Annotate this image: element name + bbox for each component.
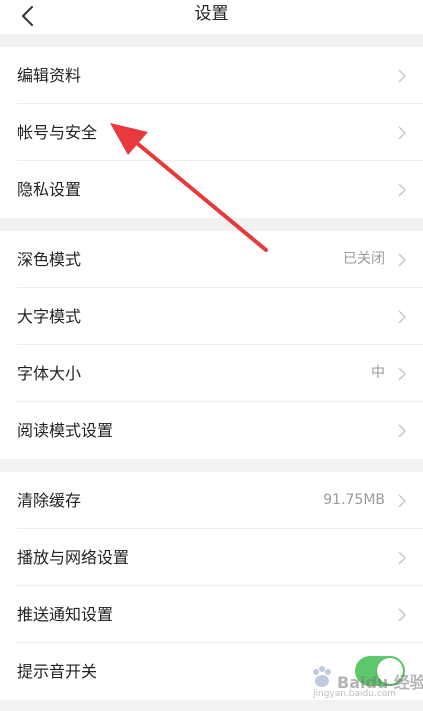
settings-item-label: 提示音开关 <box>17 662 98 681</box>
settings-item-privacy[interactable]: 隐私设置 <box>0 161 423 218</box>
settings-item-push-notifications[interactable]: 推送通知设置 <box>0 586 423 643</box>
chevron-right-icon <box>398 367 407 381</box>
chevron-right-icon <box>398 253 407 267</box>
chevron-right-icon <box>398 494 407 508</box>
settings-item-label: 阅读模式设置 <box>17 421 114 440</box>
settings-item-sound-toggle: 提示音开关 <box>0 643 423 700</box>
settings-item-value: 91.75MB <box>323 492 385 508</box>
chevron-right-icon <box>398 310 407 324</box>
settings-item-label: 播放与网络设置 <box>17 548 130 567</box>
settings-item-clear-cache[interactable]: 清除缓存 91.75MB <box>0 472 423 529</box>
settings-item-label: 推送通知设置 <box>17 605 114 624</box>
settings-item-label: 深色模式 <box>17 250 82 269</box>
settings-item-dark-mode[interactable]: 深色模式 已关闭 <box>0 231 423 288</box>
settings-item-large-text-mode[interactable]: 大字模式 <box>0 288 423 345</box>
settings-item-playback-network[interactable]: 播放与网络设置 <box>0 529 423 586</box>
chevron-right-icon <box>398 608 407 622</box>
top-bar: 设置 <box>0 0 423 34</box>
page-title: 设置 <box>194 4 229 24</box>
chevron-right-icon <box>398 126 407 140</box>
chevron-right-icon <box>398 551 407 565</box>
chevron-right-icon <box>398 183 407 197</box>
settings-item-label: 隐私设置 <box>17 180 82 199</box>
chevron-right-icon <box>398 69 407 83</box>
settings-item-reading-mode[interactable]: 阅读模式设置 <box>0 402 423 459</box>
settings-item-label: 编辑资料 <box>17 66 82 85</box>
settings-item-value: 中 <box>371 365 385 381</box>
settings-item-label: 字体大小 <box>17 364 82 383</box>
settings-item-edit-profile[interactable]: 编辑资料 <box>0 47 423 104</box>
settings-group-general: 清除缓存 91.75MB 播放与网络设置 推送通知设置 提示音开关 <box>0 472 423 700</box>
toggle-knob <box>377 658 403 684</box>
sound-toggle-switch[interactable] <box>355 656 405 686</box>
settings-item-label: 清除缓存 <box>17 491 82 510</box>
settings-group-display: 深色模式 已关闭 大字模式 字体大小 中 阅读模式设置 <box>0 231 423 459</box>
settings-item-label: 大字模式 <box>17 307 82 326</box>
settings-item-value: 已关闭 <box>343 251 385 267</box>
settings-item-font-size[interactable]: 字体大小 中 <box>0 345 423 402</box>
settings-group-account: 编辑资料 帐号与安全 隐私设置 <box>0 47 423 218</box>
settings-item-label: 帐号与安全 <box>17 123 98 142</box>
settings-item-account-security[interactable]: 帐号与安全 <box>0 104 423 161</box>
chevron-right-icon <box>398 424 407 438</box>
